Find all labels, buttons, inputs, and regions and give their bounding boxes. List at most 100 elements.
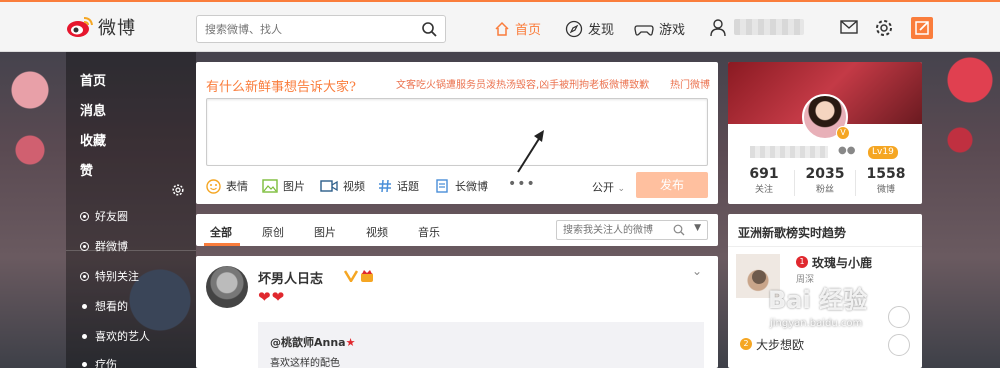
leftnav-friends-circle[interactable]: 好友圈	[80, 208, 128, 224]
leftnav-healing-label: 疗伤	[95, 358, 117, 368]
feed-card: 坏男人日志 ❤❤ ⌄ @桃歆师Anna★ 喜欢这样的配色	[196, 256, 718, 368]
tool-long-post[interactable]: 长微博	[436, 178, 488, 194]
search-box[interactable]	[196, 15, 446, 43]
tool-image[interactable]: 图片	[262, 178, 305, 194]
play-button-icon[interactable]	[888, 334, 910, 356]
image-icon	[262, 179, 278, 193]
nav-home-label: 首页	[515, 23, 542, 38]
nav-discover[interactable]: 发现	[565, 19, 614, 38]
annotation-arrow-icon	[517, 130, 544, 173]
quote-text: 喜欢这样的配色	[270, 358, 340, 368]
tab-images[interactable]: 图片	[314, 224, 336, 240]
edit-icon	[915, 21, 929, 35]
stat-posts-label: 微博	[876, 185, 895, 195]
bullet-icon	[82, 303, 87, 309]
weibo-logo[interactable]: 微博	[66, 14, 136, 40]
verified-badge-icon	[344, 270, 358, 282]
nav-game[interactable]: 游戏	[634, 19, 685, 38]
author-avatar[interactable]	[206, 266, 248, 308]
publisher-hot-topic[interactable]: 文客吃火锅遭服务员泼热汤毁容,凶手被刑拘老板微博致歉	[396, 76, 649, 91]
publisher-hot-link[interactable]: 热门微博	[670, 76, 710, 91]
compose-button[interactable]	[911, 17, 933, 39]
tool-video[interactable]: 视频	[320, 178, 365, 194]
stat-following[interactable]: 691 关注	[734, 166, 794, 195]
video-icon	[320, 180, 338, 192]
bullet-icon	[82, 361, 87, 367]
feed-search-chevron-icon[interactable]: ▼	[694, 223, 701, 233]
stat-following-label: 关注	[754, 185, 773, 195]
profile-name-blurred[interactable]	[750, 146, 828, 158]
stat-fans-label: 粉丝	[815, 185, 834, 195]
publish-button[interactable]: 发布	[636, 172, 708, 198]
feed-search-icon[interactable]	[673, 224, 685, 236]
friends-icon	[80, 211, 89, 221]
leftnav-home[interactable]: 首页	[80, 70, 106, 89]
tab-videos[interactable]: 视频	[366, 224, 388, 240]
leftnav-group-weibo[interactable]: 群微博	[80, 238, 128, 254]
leftnav-special-label: 特别关注	[95, 270, 139, 283]
profile-level-badge[interactable]: Lv19	[868, 146, 898, 159]
rank-badge: 1	[796, 256, 808, 268]
leftnav-special-follow[interactable]: 特别关注	[80, 268, 139, 284]
active-tab-indicator	[204, 243, 240, 246]
quote-author[interactable]: @桃歆师Anna	[270, 336, 346, 349]
song-title[interactable]: 玫瑰与小鹿	[812, 254, 872, 271]
stat-fans-value: 2035	[805, 166, 845, 182]
nav-discover-label: 发现	[588, 23, 615, 38]
leftnav-favorites[interactable]: 收藏	[80, 130, 106, 149]
mail-icon[interactable]	[840, 19, 858, 35]
post-textarea[interactable]	[206, 98, 708, 166]
bullet-icon	[82, 333, 87, 339]
play-button-icon[interactable]	[888, 306, 910, 328]
hashtag-icon	[379, 179, 391, 193]
quote-author-line[interactable]: @桃歆师Anna★	[270, 334, 355, 350]
tab-original[interactable]: 原创	[262, 224, 284, 240]
tool-image-label: 图片	[283, 180, 305, 193]
tool-emoji-label: 表情	[226, 180, 248, 193]
user-name-blurred[interactable]	[734, 19, 804, 35]
play-icon[interactable]	[752, 270, 766, 284]
tab-music[interactable]: 音乐	[418, 224, 440, 240]
leftnav-likes[interactable]: 赞	[80, 160, 93, 179]
tool-emoji[interactable]: 表情	[206, 178, 248, 194]
nav-home[interactable]: 首页	[494, 19, 541, 38]
more-tools-button[interactable]: •••	[508, 176, 536, 192]
leftnav-gear-icon[interactable]	[172, 184, 184, 196]
left-navigation: 首页 消息 收藏 赞 好友圈 群微博 特别关注 想看的 喜欢的艺人 疗伤	[66, 52, 196, 368]
leftnav-messages[interactable]: 消息	[80, 100, 106, 119]
emoji-icon	[206, 178, 221, 194]
stat-posts[interactable]: 1558 微博	[856, 166, 916, 195]
user-icon[interactable]	[710, 19, 726, 37]
feed-search-input[interactable]	[557, 221, 665, 239]
song-title[interactable]: 大步想欧	[756, 336, 804, 353]
stat-following-value: 691	[749, 166, 779, 182]
rank-badge: 2	[740, 338, 752, 350]
leftnav-healing[interactable]: 疗伤	[80, 356, 117, 368]
leftnav-artists-label: 喜欢的艺人	[95, 330, 150, 343]
gear-icon[interactable]	[875, 19, 893, 37]
card-menu-chevron-icon[interactable]: ⌄	[692, 264, 702, 278]
feed-tabs: 全部 原创 图片 视频 音乐 ▼	[196, 214, 718, 246]
search-input[interactable]	[197, 16, 407, 42]
tool-topic[interactable]: 话题	[378, 178, 419, 194]
tool-topic-label: 话题	[397, 180, 419, 193]
baidu-watermark: Bai 经验	[768, 286, 868, 314]
search-icon[interactable]	[421, 21, 437, 37]
nav-game-label: 游戏	[659, 23, 686, 38]
stat-fans[interactable]: 2035 粉丝	[795, 166, 855, 195]
post-publisher: 有什么新鲜事想告诉大家? 文客吃火锅遭服务员泼热汤毁容,凶手被刑拘老板微博致歉 …	[196, 62, 718, 204]
game-icon	[634, 24, 654, 36]
logo-text: 微博	[98, 18, 136, 39]
compass-icon	[565, 20, 583, 37]
leftnav-want-to-see[interactable]: 想看的	[80, 298, 128, 314]
trends-divider	[728, 246, 922, 247]
leftnav-favorite-artists[interactable]: 喜欢的艺人	[80, 328, 150, 344]
author-name[interactable]: 坏男人日志	[258, 268, 323, 287]
feed-search-box[interactable]: ▼	[556, 220, 708, 240]
tab-all[interactable]: 全部	[210, 224, 232, 240]
visibility-dropdown[interactable]: 公开 ⌄	[592, 179, 625, 195]
publisher-prompt: 有什么新鲜事想告诉大家?	[206, 80, 356, 95]
top-navigation-bar: 微博 首页 发现 游戏	[0, 0, 1000, 52]
profile-verified-icon: V	[836, 126, 850, 140]
leftnav-friends-label: 好友圈	[95, 210, 128, 223]
